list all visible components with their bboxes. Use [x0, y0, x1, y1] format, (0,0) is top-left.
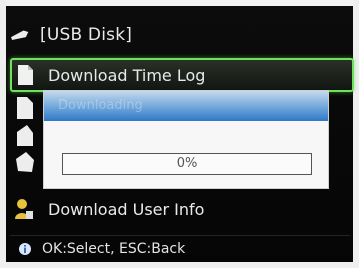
user-icon	[15, 199, 33, 219]
footer-hint-text: OK:Select, ESC:Back	[42, 240, 186, 257]
menu-item-download-time-log[interactable]: Download Time Log	[10, 58, 354, 92]
device-screen: [USB Disk] Download Time Log Downloading…	[0, 0, 359, 268]
menu-item-download-user-info[interactable]: Download User Info	[10, 195, 204, 223]
screen-frame-right	[353, 0, 359, 268]
page-header: [USB Disk]	[10, 18, 132, 52]
page-title: [USB Disk]	[40, 25, 133, 45]
dialog-title: Downloading	[58, 98, 143, 113]
info-icon	[19, 242, 31, 255]
footer-hint-bar: OK:Select, ESC:Back	[10, 235, 350, 261]
screen-frame-left	[0, 0, 6, 268]
document-icon	[17, 125, 33, 146]
progress-bar: 0%	[62, 153, 312, 175]
usb-disk-icon	[11, 30, 29, 40]
screen-frame-top	[0, 0, 359, 6]
menu-item-label: Download Time Log	[48, 65, 206, 85]
document-icon	[16, 152, 34, 172]
document-icon	[17, 97, 33, 119]
document-icon	[18, 65, 33, 85]
menu-item-label: Download User Info	[48, 199, 205, 219]
screen-frame-bottom	[0, 262, 359, 268]
progress-dialog: Downloading 0%	[43, 90, 329, 189]
progress-text: 0%	[176, 156, 198, 171]
dialog-header: Downloading	[44, 91, 328, 121]
